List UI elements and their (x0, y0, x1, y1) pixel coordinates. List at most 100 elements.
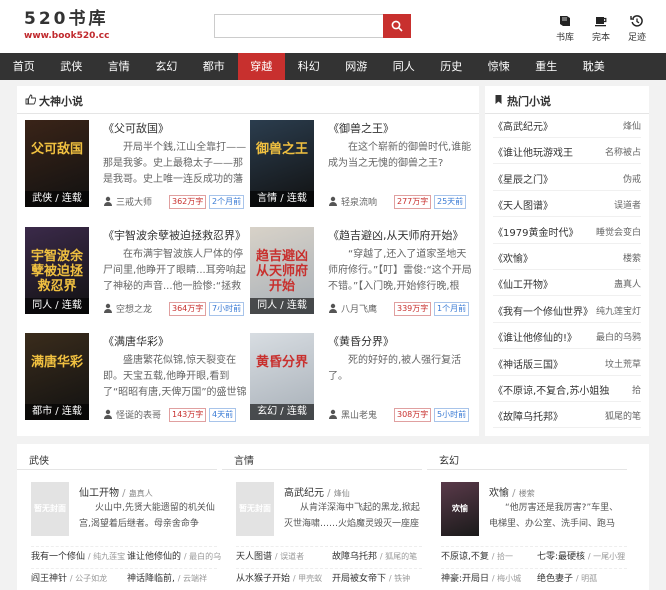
hot-list-item[interactable]: 《欢愉》 楼萦 (493, 244, 641, 270)
book-author[interactable]: 怪诞的表哥 (116, 408, 161, 421)
completed-link[interactable]: 完本 (590, 14, 612, 43)
update-time-badge: 2个月前 (209, 195, 245, 209)
book-author[interactable]: 八月飞鹰 (341, 302, 377, 315)
hot-book-title[interactable]: 《神话版三国》 (493, 356, 563, 371)
category-title[interactable]: 言情 (234, 452, 254, 467)
hot-list-item[interactable]: 《天人图谱》 误道者 (493, 191, 641, 218)
nav-item[interactable]: 耽美 (570, 53, 618, 80)
nav-item[interactable]: 武侠 (48, 53, 96, 80)
hot-book-title[interactable]: 《谁让他玩游戏王 (493, 144, 573, 159)
book-title[interactable]: 《黄昏分界》 (328, 333, 394, 349)
hot-list-item[interactable]: 《谁让他修仙的!》 最白的乌鸦 (493, 323, 641, 350)
user-icon (329, 409, 337, 419)
book-card[interactable]: 黄昏分界 玄幻 / 连载 《黄昏分界》 死的好好的,被人强行复活了。 黑山老鬼 308万字… (250, 333, 472, 424)
hot-book-title[interactable]: 《欢愉》 (493, 250, 533, 265)
hot-book-title[interactable]: 《我有一个修仙世界》 (493, 303, 593, 318)
hot-list-item[interactable]: 《故障乌托邦》 狐尾的笔 (493, 402, 641, 429)
book-card[interactable]: 趋吉避凶 从天师府开始 同人 / 连载 《趋吉避凶,从天师府开始》 “穿越了,还入了道… (250, 227, 472, 318)
book-cover[interactable]: 趋吉避凶 从天师府开始 同人 / 连载 (250, 227, 314, 314)
nav-item[interactable]: 历史 (428, 53, 476, 80)
nav-item[interactable]: 首页 (0, 53, 48, 80)
hot-book-title[interactable]: 《星辰之门》 (493, 171, 553, 186)
row-book-right[interactable]: 开局被女帝下 / 铁钟 (332, 571, 410, 584)
nav-item[interactable]: 惊悚 (475, 53, 523, 80)
nav-item[interactable]: 科幻 (285, 53, 333, 80)
book-author[interactable]: 空想之龙 (116, 302, 152, 315)
nav-item[interactable]: 穿越 (237, 53, 285, 80)
book-cover[interactable]: 父可敌国 武侠 / 连载 (25, 120, 89, 207)
category-feature-book[interactable]: 欢愉 欢愉 / 楼萦 “他厉害还是我厉害?”车里、电梯里、办公室、洗手间、跑马 (441, 482, 627, 542)
feature-title[interactable]: 欢愉 (489, 488, 509, 499)
search-input[interactable] (214, 14, 384, 38)
book-card[interactable]: 满唐华彩 都市 / 连载 《满唐华彩》 盛唐繁花似锦,惊天裂变在即。天宝五载,他睁开眼… (25, 333, 247, 424)
history-link[interactable]: 足迹 (626, 14, 648, 43)
feature-cover[interactable]: 欢愉 (441, 482, 479, 536)
row-book-right[interactable]: 七零:最硬核 / 一尾小狸 (537, 549, 625, 562)
cover-title: 父可敌国 (30, 142, 83, 157)
feature-title[interactable]: 高武纪元 (284, 488, 324, 499)
search-icon (391, 20, 403, 32)
book-cover[interactable]: 满唐华彩 都市 / 连载 (25, 333, 89, 420)
nav-item[interactable]: 玄幻 (143, 53, 191, 80)
category-title[interactable]: 武侠 (29, 452, 49, 467)
feature-title[interactable]: 仙工开物 (79, 488, 119, 499)
book-title[interactable]: 《趋吉避凶,从天师府开始》 (328, 227, 464, 243)
book-card[interactable]: 宇智波余孽被迫拯救忍界 同人 / 连载 《宇智波余孽被迫拯救忍界》 在布满宇智波族人尸… (25, 227, 247, 318)
book-author[interactable]: 三戒大师 (116, 195, 152, 208)
row-book-left[interactable]: 天人图谱 / 误道者 (236, 549, 304, 562)
word-count-badge: 277万字 (394, 195, 432, 209)
site-logo[interactable]: 520书库 www.book520.cc (24, 9, 109, 42)
hot-list-item[interactable]: 《1979黄金时代》 睡觉会变白 (493, 218, 641, 244)
feature-cover[interactable]: 暂无封面 (236, 482, 274, 536)
hot-list-item[interactable]: 《高武纪元》 烽仙 (493, 112, 641, 138)
hot-list-item[interactable]: 《我有一个修仙世界》 纯九莲宝灯 (493, 297, 641, 323)
row-book-left[interactable]: 神豪:开局日 / 梅小城 (441, 571, 521, 584)
hot-book-title[interactable]: 《1979黄金时代》 (493, 224, 578, 239)
row-book-right[interactable]: 神话降临前, / 云端祥 (127, 571, 207, 584)
nav-item[interactable]: 都市 (190, 53, 238, 80)
hot-list-item[interactable]: 《神话版三国》 坟土荒草 (493, 350, 641, 376)
row-book-left[interactable]: 从水猴子开始 / 甲壳蚁 (236, 571, 322, 584)
hot-list-item[interactable]: 《仙工开物》 蛊真人 (493, 270, 641, 297)
row-book-right[interactable]: 谁让他修仙的 / 最白的乌 (127, 549, 221, 562)
hot-book-title[interactable]: 《谁让他修仙的!》 (493, 329, 577, 344)
category-feature-book[interactable]: 暂无封面 高武纪元 / 烽仙 从肯洋深海中飞起的黑龙,掀起灭世海啸……火焰魔灵毁灭一… (236, 482, 422, 542)
row-book-left[interactable]: 阎王神针 / 公子如龙 (31, 571, 107, 584)
hot-list-item[interactable]: 《谁让他玩游戏王 名称被占 (493, 138, 641, 165)
book-cover[interactable]: 黄昏分界 玄幻 / 连载 (250, 333, 314, 420)
library-link[interactable]: 书库 (554, 14, 576, 43)
main-nav: 首页 武侠 言情 玄幻 都市 穿越 科幻 网游 同人 历史 惊悚 重生 耽美 (0, 53, 666, 80)
nav-item[interactable]: 重生 (523, 53, 571, 80)
row-book-left[interactable]: 我有一个修仙 / 纯九莲宝 (31, 549, 125, 562)
row-book-right[interactable]: 故障乌托邦 / 狐尾的笔 (332, 549, 417, 562)
nav-item[interactable]: 网游 (333, 53, 381, 80)
feature-cover[interactable]: 暂无封面 (31, 482, 69, 536)
hot-list-item[interactable]: 《不原谅,不复合,苏小姐独 拾 (493, 376, 641, 402)
nav-item[interactable]: 言情 (95, 53, 143, 80)
book-title[interactable]: 《父可敌国》 (103, 120, 169, 136)
completed-label: 完本 (591, 33, 610, 43)
book-title[interactable]: 《宇智波余孽被迫拯救忍界》 (103, 227, 246, 243)
row-book-left[interactable]: 不原谅,不复 / 拾一 (441, 549, 513, 562)
category-feature-book[interactable]: 暂无封面 仙工开物 / 蛊真人 火山中,先贤大能遗留的机关仙宫,渴望着后继者。母亲舍… (31, 482, 217, 542)
update-time-badge: 5小时前 (434, 408, 470, 422)
book-author[interactable]: 轻泉流响 (341, 195, 377, 208)
hot-book-title[interactable]: 《仙工开物》 (493, 276, 553, 291)
book-title[interactable]: 《满唐华彩》 (103, 333, 169, 349)
book-card[interactable]: 父可敌国 武侠 / 连载 《父可敌国》 开局半个銭,江山全靠打——那是我爹。史上最稳太… (25, 120, 247, 211)
hot-list-item[interactable]: 《星辰之门》 伪戒 (493, 165, 641, 191)
hot-book-title[interactable]: 《不原谅,不复合,苏小姐独 (493, 382, 609, 397)
hot-book-title[interactable]: 《高武纪元》 (493, 118, 553, 133)
row-book-right[interactable]: 绝色妻子 / 明孤 (537, 571, 597, 584)
hot-book-title[interactable]: 《天人图谱》 (493, 197, 553, 212)
nav-item[interactable]: 同人 (380, 53, 428, 80)
book-title[interactable]: 《御兽之王》 (328, 120, 394, 136)
search-button[interactable] (383, 14, 411, 38)
book-card[interactable]: 御兽之王 言情 / 连载 《御兽之王》 在这个崭新的御兽时代,谁能成为当之无愧的御兽之… (250, 120, 472, 211)
book-cover[interactable]: 御兽之王 言情 / 连载 (250, 120, 314, 207)
book-author[interactable]: 黑山老鬼 (341, 408, 377, 421)
book-cover[interactable]: 宇智波余孽被迫拯救忍界 同人 / 连载 (25, 227, 89, 314)
update-time-badge: 4天前 (209, 408, 237, 422)
category-title[interactable]: 玄幻 (439, 452, 459, 467)
hot-book-title[interactable]: 《故障乌托邦》 (493, 408, 563, 423)
